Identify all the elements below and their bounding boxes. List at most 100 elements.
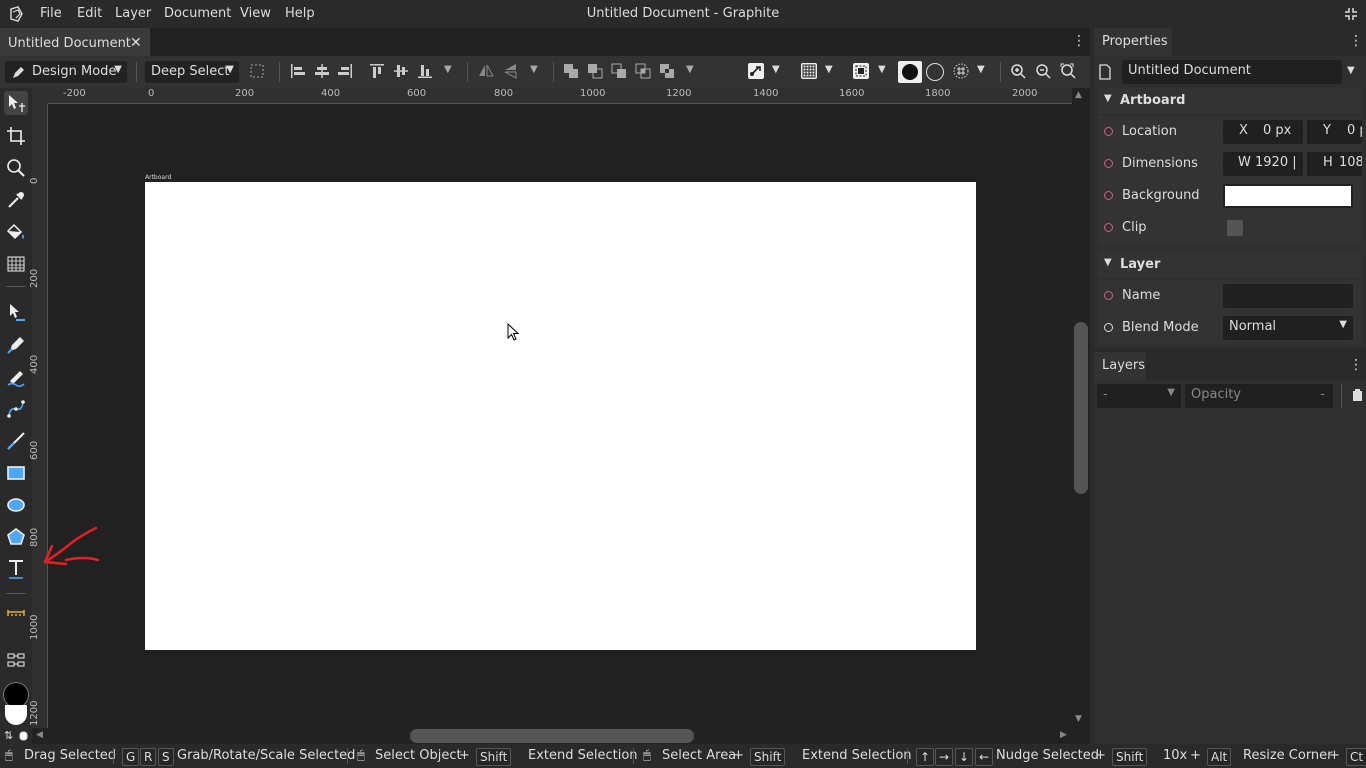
freehand-tool-icon[interactable]	[4, 365, 28, 389]
gradient-tool-icon[interactable]	[4, 252, 28, 276]
menu-file[interactable]: File	[40, 6, 62, 21]
outline-view-icon[interactable]	[926, 63, 944, 81]
rectangle-tool-icon[interactable]	[4, 461, 28, 485]
chevron-down-icon[interactable]: ▼	[825, 64, 833, 75]
flip-horizontal-icon[interactable]	[478, 63, 494, 79]
clip-indicator-icon[interactable]	[1104, 223, 1113, 232]
polygon-tool-icon[interactable]	[4, 525, 28, 549]
layer-section-header[interactable]: ▼ Layer	[1098, 252, 1362, 278]
close-tab-icon[interactable]: ✕	[130, 35, 142, 51]
deep-select-dropdown[interactable]: Deep Select ▼	[145, 61, 239, 83]
scroll-down-icon[interactable]: ▼	[1075, 714, 1082, 724]
zoom-out-icon[interactable]	[1035, 63, 1051, 79]
blend-mode-dropdown[interactable]: Normal ▼	[1223, 316, 1353, 340]
clip-checkbox[interactable]	[1227, 220, 1243, 236]
pen-tool-icon[interactable]	[4, 333, 28, 357]
chevron-down-icon[interactable]: ▼	[977, 64, 985, 75]
select-all-icon[interactable]	[249, 63, 265, 79]
node-graph-icon[interactable]	[4, 648, 28, 672]
tab-layers[interactable]: Layers	[1094, 352, 1146, 380]
fill-tool-icon[interactable]	[4, 220, 28, 244]
path-tool-icon[interactable]	[4, 300, 28, 324]
align-center-icon[interactable]	[314, 63, 330, 79]
snapping-icon[interactable]	[748, 63, 764, 79]
width-field[interactable]: W 1920 |	[1223, 152, 1303, 176]
align-top-icon[interactable]	[369, 63, 385, 79]
swap-colors-icon[interactable]: ⇅	[4, 729, 13, 742]
scroll-up-icon[interactable]: ▲	[1075, 90, 1082, 100]
scroll-left-icon[interactable]: ◀	[36, 730, 43, 740]
chevron-down-icon[interactable]: ▼	[530, 64, 538, 75]
boolean-subtract-front-icon[interactable]	[587, 63, 603, 79]
height-field[interactable]: H 1080	[1307, 152, 1362, 176]
view-mode-normal-button[interactable]	[898, 61, 922, 83]
x-field[interactable]: X 0 px	[1223, 120, 1303, 144]
scroll-right-icon[interactable]: ▶	[1060, 730, 1067, 740]
zoom-reset-icon[interactable]	[1060, 63, 1076, 79]
boolean-union-icon[interactable]	[563, 63, 579, 79]
document-name-field[interactable]: Untitled Document	[1122, 60, 1342, 84]
line-tool-icon[interactable]	[4, 429, 28, 453]
background-color-field[interactable]	[1223, 184, 1353, 208]
tab-properties[interactable]: Properties	[1094, 28, 1172, 56]
ruler-tool-icon[interactable]	[4, 603, 28, 627]
clipboard-icon[interactable]	[1352, 389, 1363, 402]
eyedropper-tool-icon[interactable]	[4, 188, 28, 212]
align-right-icon[interactable]	[337, 63, 353, 79]
more-options-icon[interactable]: ⋮	[1349, 357, 1363, 373]
ruler-label: 2000	[1012, 88, 1038, 99]
artboard-section-header[interactable]: ▼ Artboard	[1098, 88, 1362, 114]
chevron-down-icon[interactable]: ▼	[1347, 65, 1355, 76]
menu-help[interactable]: Help	[285, 6, 315, 21]
overlays-icon[interactable]	[853, 63, 869, 79]
opacity-field[interactable]: Opacity -	[1185, 384, 1333, 408]
background-indicator-icon[interactable]	[1104, 191, 1113, 200]
dimensions-indicator-icon[interactable]	[1104, 159, 1113, 168]
vertical-scroll-thumb[interactable]	[1074, 322, 1088, 494]
chevron-down-icon[interactable]: ▼	[878, 64, 886, 75]
fullscreen-exit-icon[interactable]	[1344, 7, 1358, 21]
design-mode-dropdown[interactable]: Design Mode ▼	[5, 61, 127, 83]
chevron-down-icon[interactable]: ▼	[444, 64, 452, 75]
text-tool-icon[interactable]	[4, 557, 28, 581]
ellipse-tool-icon[interactable]	[4, 493, 28, 517]
chevron-down-icon[interactable]: ▼	[686, 64, 694, 75]
pixel-preview-icon[interactable]	[953, 63, 969, 79]
flip-vertical-icon[interactable]	[503, 63, 519, 79]
y-field[interactable]: Y 0 p	[1307, 120, 1362, 144]
x-value: 0 px	[1263, 123, 1292, 138]
graphite-logo-icon[interactable]	[8, 6, 24, 22]
align-left-icon[interactable]	[290, 63, 306, 79]
more-options-icon[interactable]: ⋮	[1349, 33, 1363, 49]
chevron-down-icon[interactable]: ▼	[772, 64, 780, 75]
select-tool-icon[interactable]	[4, 91, 28, 115]
tab-untitled-document[interactable]: Untitled Document ✕	[0, 28, 150, 56]
zoom-in-icon[interactable]	[1010, 63, 1026, 79]
more-options-icon[interactable]: ⋮	[1072, 33, 1086, 49]
boolean-difference-icon[interactable]	[659, 63, 675, 79]
menu-document[interactable]: Document	[164, 6, 231, 21]
layers-blend-dropdown[interactable]: - ▼	[1097, 384, 1181, 408]
menu-view[interactable]: View	[240, 6, 271, 21]
boolean-intersect-icon[interactable]	[635, 63, 651, 79]
status-plus: +	[459, 748, 470, 763]
crop-tool-icon[interactable]	[4, 124, 28, 148]
chevron-down-icon: ▼	[1167, 387, 1175, 398]
menu-layer[interactable]: Layer	[115, 6, 151, 21]
ruler-label: 1800	[925, 88, 951, 99]
navigate-tool-icon[interactable]	[4, 156, 28, 180]
spline-tool-icon[interactable]	[4, 397, 28, 421]
horizontal-scroll-thumb[interactable]	[410, 729, 694, 743]
layer-name-field[interactable]	[1223, 284, 1353, 308]
align-middle-icon[interactable]	[393, 63, 409, 79]
blend-mode-indicator-icon[interactable]	[1104, 323, 1113, 332]
location-indicator-icon[interactable]	[1104, 127, 1113, 136]
artboard-header-label: Artboard	[1120, 93, 1186, 108]
name-indicator-icon[interactable]	[1104, 291, 1113, 300]
grid-icon[interactable]	[801, 63, 817, 79]
menu-edit[interactable]: Edit	[77, 6, 102, 21]
reset-colors-icon[interactable]	[19, 730, 29, 742]
boolean-subtract-back-icon[interactable]	[611, 63, 627, 79]
artboard[interactable]	[145, 182, 976, 650]
align-bottom-icon[interactable]	[417, 63, 433, 79]
